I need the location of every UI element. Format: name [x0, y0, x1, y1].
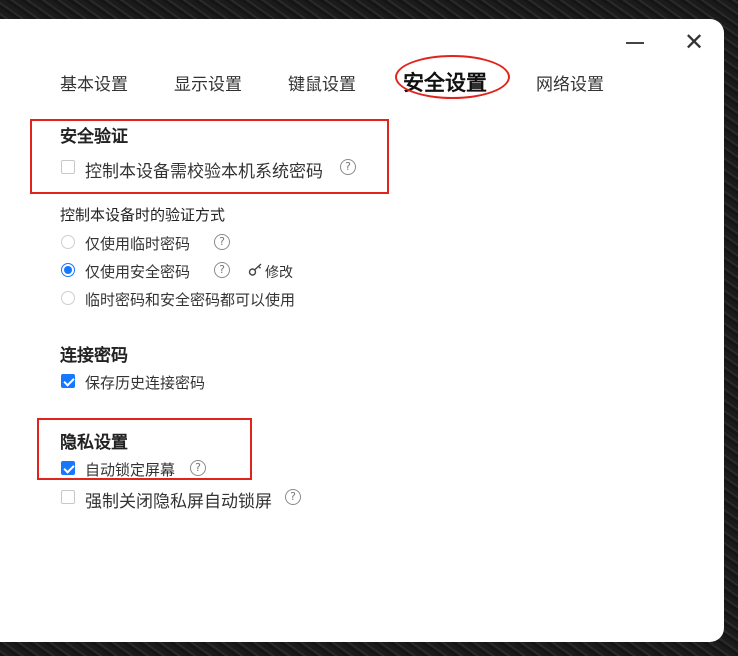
radio-temp-password[interactable]	[61, 235, 75, 249]
force-close-privacy-lock-label[interactable]: 强制关闭隐私屏自动锁屏	[85, 487, 272, 512]
annotation-oval	[395, 55, 510, 99]
tab-keyboard-mouse[interactable]: 键鼠设置	[288, 70, 356, 95]
key-icon[interactable]	[248, 263, 264, 277]
radio-security-password-label[interactable]: 仅使用安全密码	[85, 261, 190, 282]
security-verification-heading: 安全验证	[60, 127, 128, 147]
minimize-icon[interactable]	[626, 42, 644, 44]
help-icon[interactable]: ?	[214, 262, 230, 278]
save-history-password-label[interactable]: 保存历史连接密码	[85, 372, 205, 393]
modify-password-link[interactable]: 修改	[265, 262, 293, 282]
help-icon[interactable]: ?	[190, 460, 206, 476]
tab-network[interactable]: 网络设置	[536, 70, 604, 95]
help-icon[interactable]: ?	[340, 159, 356, 175]
verify-method-heading: 控制本设备时的验证方式	[60, 206, 226, 224]
auto-lock-screen-label[interactable]: 自动锁定屏幕	[85, 459, 175, 480]
radio-both-passwords[interactable]	[61, 291, 75, 305]
privacy-heading: 隐私设置	[60, 433, 128, 453]
auto-lock-screen-checkbox[interactable]	[61, 461, 75, 475]
system-password-label[interactable]: 控制本设备需校验本机系统密码	[85, 157, 323, 182]
radio-security-password[interactable]	[61, 263, 75, 277]
close-icon[interactable]: ✕	[684, 30, 704, 54]
radio-both-passwords-label[interactable]: 临时密码和安全密码都可以使用	[85, 289, 295, 310]
force-close-privacy-lock-checkbox[interactable]	[61, 490, 75, 504]
system-password-checkbox[interactable]	[61, 160, 75, 174]
help-icon[interactable]: ?	[285, 489, 301, 505]
radio-temp-password-label[interactable]: 仅使用临时密码	[85, 233, 190, 254]
save-history-password-checkbox[interactable]	[61, 374, 75, 388]
tab-basic[interactable]: 基本设置	[60, 70, 128, 95]
tab-display[interactable]: 显示设置	[174, 70, 242, 95]
connection-password-heading: 连接密码	[60, 346, 128, 366]
settings-window	[0, 19, 724, 642]
help-icon[interactable]: ?	[214, 234, 230, 250]
